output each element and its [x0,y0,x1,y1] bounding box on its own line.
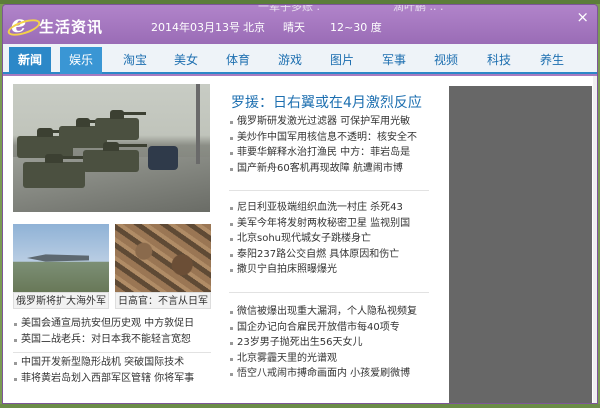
list-item[interactable]: 微信被爆出现重大漏洞，个人隐私视频复 [229,304,429,320]
list-item[interactable]: 国企办记向合雇民开放借市每40项专 [229,320,429,336]
tab-sports[interactable]: 体育 [217,47,259,74]
list-item[interactable]: 美炒作中国军用核信息不透明：核安全不 [229,130,429,146]
divider [13,352,211,353]
background-text: 一辈子多账 . [258,4,320,13]
list-item[interactable]: 国产新舟60客机再现故障 航遭闹市博 [229,161,429,177]
tab-beauty[interactable]: 美女 [165,47,207,74]
app-title: 生活资讯 [39,18,104,36]
thumbnail-image[interactable] [115,224,211,292]
news-widget-window: 一辈子多账 . 滴叶鹏 .. . e 生活资讯 2014年03月13号 北京 晴… [2,4,598,404]
tab-video[interactable]: 视频 [425,47,467,74]
headline-link[interactable]: 罗援：日右翼或在4月激烈反应 [231,92,422,112]
list-item[interactable]: 菲将黄岩岛划入西部军区管辖 你将军事 [13,371,211,387]
list-item[interactable]: 尼日利亚极端组织血洗一村庄 杀死43 [229,200,429,216]
jet-thumbnail-image[interactable] [13,224,109,292]
desktop-edge [0,404,600,408]
list-item[interactable]: 中国开发新型隐形战机 突破国际技术 [13,355,211,371]
list-item[interactable]: 俄罗斯研发激光过滤器 可保护军用光敏 [229,114,429,130]
divider [229,190,429,191]
tab-pictures[interactable]: 图片 [321,47,363,74]
news-list-2: 尼日利亚极端组织血洗一村庄 杀死43 美军今年将发射两枚秘密卫星 监视别国 北京… [229,200,429,278]
tab-games[interactable]: 游戏 [269,47,311,74]
main-news-image[interactable] [13,84,210,212]
tab-taobao[interactable]: 淘宝 [114,47,156,74]
ie-logo-icon: e [11,12,35,36]
list-item[interactable]: 泰阳237路公交自燃 具体原因和伤亡 [229,247,429,263]
ad-placeholder[interactable] [449,86,592,403]
list-item[interactable]: 菲要华解释水治打渔民 中方：菲岩岛是 [229,145,429,161]
background-text: 滴叶鹏 .. . [393,4,444,13]
tab-tech[interactable]: 科技 [478,47,520,74]
weather-text: 晴天 [283,21,305,34]
list-item[interactable]: 撒贝宁自拍床照曝爆光 [229,262,429,278]
list-item[interactable]: 北京雾霾天里的光谱观 [229,351,429,367]
thumb-caption[interactable]: 日高官：不言从日军 [115,292,211,309]
content-area: 俄罗斯将扩大海外军 日高官：不言从日军 美国会通宣局抗安但历史观 中方敦促日 英… [3,76,597,403]
temperature-text: 12~30 度 [330,21,382,34]
left-news-list: 美国会通宣局抗安但历史观 中方敦促日 英国二战老兵：对日本我不能轻言宽恕 中国开… [13,316,211,386]
divider [229,292,429,293]
scrollbar[interactable] [593,76,597,403]
list-item[interactable]: 美国会通宣局抗安但历史观 中方敦促日 [13,316,211,332]
tab-entertainment[interactable]: 娱乐 [60,47,102,74]
list-item[interactable]: 美军今年将发射两枚秘密卫星 监视别国 [229,216,429,232]
title-bar: 一辈子多账 . 滴叶鹏 .. . e 生活资讯 2014年03月13号 北京 晴… [3,5,597,44]
news-list-3: 微信被爆出现重大漏洞，个人隐私视频复 国企办记向合雇民开放借市每40项专 23岁… [229,304,429,382]
category-tabs: 新闻 娱乐 淘宝 美女 体育 游戏 图片 军事 视频 科技 养生 [3,44,597,74]
tab-military[interactable]: 军事 [373,47,415,74]
list-item[interactable]: 英国二战老兵：对日本我不能轻言宽恕 [13,332,211,348]
news-list-1: 俄罗斯研发激光过滤器 可保护军用光敏 美炒作中国军用核信息不透明：核安全不 菲要… [229,114,429,176]
city-text: 北京 [243,21,265,34]
list-item[interactable]: 23岁男子抛死出生56天女儿 [229,335,429,351]
list-item[interactable]: 北京sohu现代城女子跳楼身亡 [229,231,429,247]
tab-news[interactable]: 新闻 [9,47,51,74]
tab-health[interactable]: 养生 [531,47,573,74]
thumb-caption[interactable]: 俄罗斯将扩大海外军 [13,292,109,309]
date-text: 2014年03月13号 [151,21,240,34]
list-item[interactable]: 悟空八戒闹市搏命画面内 小孩爱刷微博 [229,366,429,382]
close-button[interactable]: × [576,10,589,25]
